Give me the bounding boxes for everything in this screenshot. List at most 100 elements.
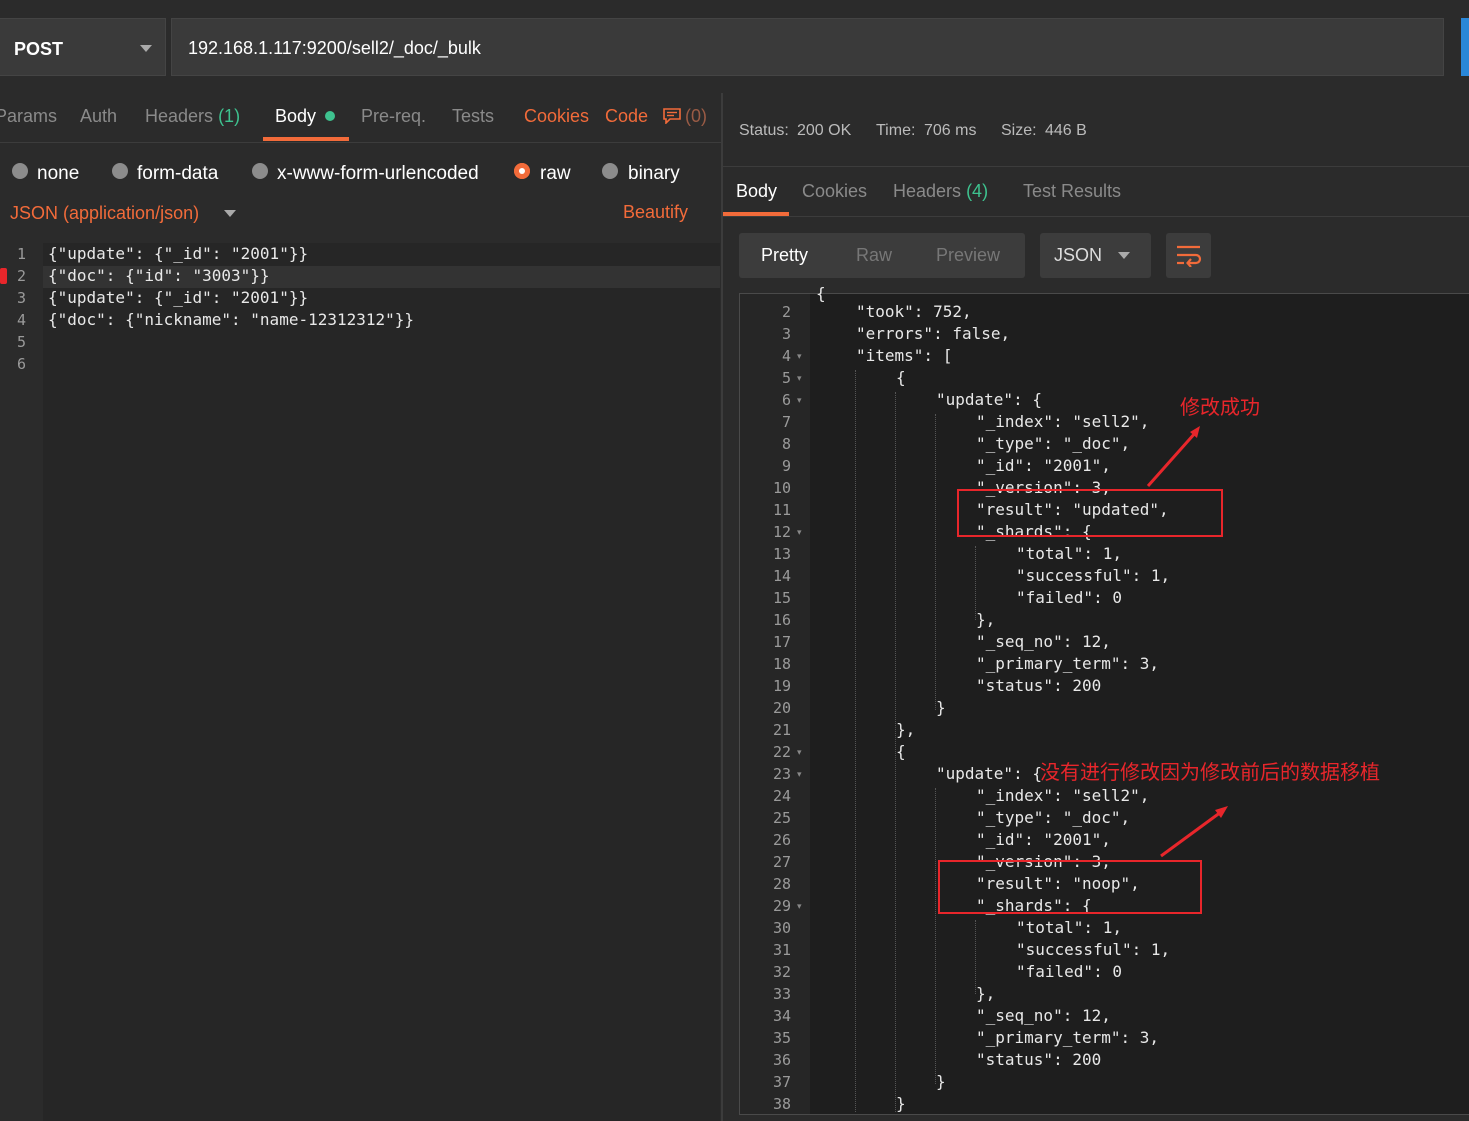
send-button[interactable] bbox=[1461, 18, 1469, 76]
indent-guide bbox=[935, 414, 936, 710]
code-line: "update": { bbox=[936, 390, 1042, 409]
line-number: 1 bbox=[16, 245, 26, 263]
code-line: {"doc": {"id": "3003"}} bbox=[48, 266, 270, 285]
resp-tab-body[interactable]: Body bbox=[736, 181, 777, 202]
comment-icon[interactable] bbox=[663, 108, 681, 124]
code-line: "_index": "sell2", bbox=[976, 412, 1150, 431]
body-active-dot-icon bbox=[325, 111, 335, 121]
code-line: {"update": {"_id": "2001"}} bbox=[48, 244, 309, 263]
status-label: Status: bbox=[739, 122, 789, 139]
cookies-link[interactable]: Cookies bbox=[524, 106, 589, 127]
indent-guide bbox=[975, 546, 976, 620]
code-line: "_primary_term": 3, bbox=[976, 654, 1160, 673]
code-line: }, bbox=[976, 984, 996, 1003]
code-line: {"update": {"_id": "2001"}} bbox=[48, 288, 309, 307]
radio-form-data-label[interactable]: form-data bbox=[137, 163, 218, 185]
line-number: 6 bbox=[781, 391, 791, 409]
resp-tab-body-underline bbox=[723, 212, 789, 216]
code-line: "failed": 0 bbox=[1016, 588, 1122, 607]
line-number: 38 bbox=[772, 1095, 791, 1113]
method-select[interactable]: POST bbox=[0, 18, 166, 76]
code-line: { bbox=[896, 742, 906, 761]
resp-tab-test-results[interactable]: Test Results bbox=[1023, 181, 1121, 202]
line-number: 36 bbox=[772, 1051, 791, 1069]
radio-binary[interactable] bbox=[602, 163, 618, 179]
code-line: "total": 1, bbox=[1016, 544, 1122, 563]
arrow-icon bbox=[1160, 806, 1228, 858]
code-line: "errors": false, bbox=[856, 324, 1011, 343]
resp-tab-cookies[interactable]: Cookies bbox=[802, 181, 867, 202]
resp-tab-headers[interactable]: Headers (4) bbox=[893, 181, 988, 202]
tab-params[interactable]: Params bbox=[0, 106, 57, 127]
fold-toggle-icon[interactable]: ▾ bbox=[797, 395, 802, 406]
view-preview[interactable]: Preview bbox=[936, 245, 1000, 266]
line-number: 37 bbox=[772, 1073, 791, 1091]
code-line: { bbox=[896, 368, 906, 387]
resp-tab-headers-count: (4) bbox=[966, 181, 989, 201]
url-input[interactable]: 192.168.1.117:9200/sell2/_doc/_bulk bbox=[171, 18, 1444, 76]
pane-divider[interactable] bbox=[721, 93, 723, 1121]
radio-none[interactable] bbox=[12, 163, 28, 179]
tab-headers[interactable]: Headers (1) bbox=[145, 106, 240, 127]
annotation-success: 修改成功 bbox=[1180, 395, 1260, 419]
fold-toggle-icon[interactable]: ▾ bbox=[797, 351, 802, 362]
tab-body[interactable]: Body bbox=[275, 106, 316, 127]
line-number: 35 bbox=[772, 1029, 791, 1047]
tab-prereq[interactable]: Pre-req. bbox=[361, 106, 426, 127]
code-line: "_primary_term": 3, bbox=[976, 1028, 1160, 1047]
radio-raw[interactable] bbox=[514, 163, 530, 179]
line-number: 26 bbox=[772, 831, 791, 849]
code-line: "status": 200 bbox=[976, 1050, 1102, 1069]
radio-none-label[interactable]: none bbox=[37, 163, 79, 185]
indent-guide bbox=[975, 920, 976, 994]
line-number: 4 bbox=[781, 347, 791, 365]
line-number: 31 bbox=[772, 941, 791, 959]
fold-toggle-icon[interactable]: ▾ bbox=[797, 769, 802, 780]
radio-urlencoded-label[interactable]: x-www-form-urlencoded bbox=[277, 163, 479, 185]
line-number: 4 bbox=[16, 311, 26, 329]
line-number: 15 bbox=[772, 589, 791, 607]
fold-toggle-icon[interactable]: ▾ bbox=[797, 527, 802, 538]
line-number: 17 bbox=[772, 633, 791, 651]
method-label: POST bbox=[14, 39, 64, 59]
line-number: 5 bbox=[16, 333, 26, 351]
tab-headers-label: Headers bbox=[145, 106, 214, 126]
tab-tests[interactable]: Tests bbox=[452, 106, 494, 127]
line-number: 34 bbox=[772, 1007, 791, 1025]
radio-form-data[interactable] bbox=[112, 163, 128, 179]
fold-toggle-icon[interactable]: ▾ bbox=[797, 373, 802, 384]
beautify-link[interactable]: Beautify bbox=[623, 202, 688, 223]
view-pretty[interactable]: Pretty bbox=[761, 245, 808, 266]
tab-auth[interactable]: Auth bbox=[80, 106, 117, 127]
chevron-down-icon bbox=[140, 45, 152, 52]
code-line: "failed": 0 bbox=[1016, 962, 1122, 981]
line-number: 2 bbox=[781, 303, 791, 321]
indent-guide bbox=[935, 788, 936, 1084]
tab-headers-count: (1) bbox=[218, 106, 241, 126]
tab-body-underline bbox=[263, 137, 349, 141]
annotation-noop: 没有进行修改因为修改前后的数据移植 bbox=[1040, 760, 1380, 784]
line-number: 30 bbox=[772, 919, 791, 937]
view-mode-segment: Pretty Raw Preview bbox=[739, 233, 1025, 278]
radio-binary-label[interactable]: binary bbox=[628, 163, 680, 185]
highlight-box-updated bbox=[957, 489, 1223, 537]
wrap-lines-button[interactable] bbox=[1166, 233, 1211, 278]
content-type-select[interactable]: JSON (application/json) bbox=[10, 203, 199, 224]
code-link[interactable]: Code bbox=[605, 106, 648, 127]
radio-urlencoded[interactable] bbox=[252, 163, 268, 179]
code-line: "_id": "2001", bbox=[976, 456, 1111, 475]
request-body-editor[interactable] bbox=[0, 243, 720, 1121]
fold-toggle-icon[interactable]: ▾ bbox=[797, 747, 802, 758]
view-raw[interactable]: Raw bbox=[856, 245, 892, 266]
code-line: "_index": "sell2", bbox=[976, 786, 1150, 805]
format-label: JSON bbox=[1054, 245, 1103, 265]
fold-toggle-icon[interactable]: ▾ bbox=[797, 901, 802, 912]
url-text: 192.168.1.117:9200/sell2/_doc/_bulk bbox=[188, 38, 481, 58]
radio-raw-label[interactable]: raw bbox=[540, 163, 571, 185]
line-number: 19 bbox=[772, 677, 791, 695]
chevron-down-icon bbox=[1118, 252, 1130, 259]
time-value: 706 ms bbox=[924, 122, 977, 139]
format-select[interactable]: JSON bbox=[1040, 233, 1151, 278]
line-number: 20 bbox=[772, 699, 791, 717]
line-number: 3 bbox=[16, 289, 26, 307]
